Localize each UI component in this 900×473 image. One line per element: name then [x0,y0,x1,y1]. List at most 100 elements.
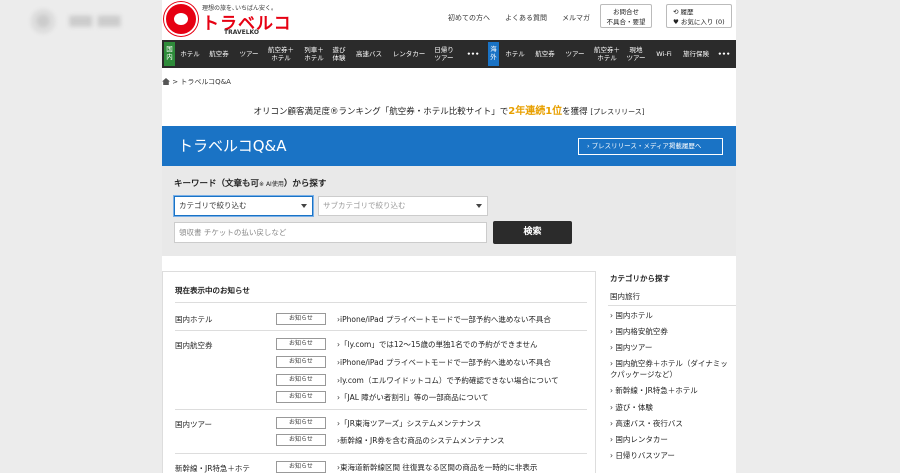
notice-badge: お知らせ [276,313,326,325]
notices-panel: 現在表示中のお知らせ 国内ホテル お知らせ ›iPhone/iPad プライベー… [162,271,596,473]
notice-category: 国内ツアー [175,420,213,429]
notice-badge: お知らせ [276,461,326,473]
nav-domestic-train-hotel[interactable]: 列車＋ ホテル [300,40,328,68]
category-link[interactable]: › 国内格安航空券 [610,326,734,337]
inquiry-line2: 不具合・要望 [606,18,646,26]
category-heading: カテゴリから探す [610,274,670,283]
nav-domestic-air[interactable]: 航空券 [206,40,232,68]
favorites-link[interactable]: お気に入り (0) [681,18,725,26]
subcategory-select-value: サブカテゴリで絞り込む [323,201,406,210]
nav-domestic-tour[interactable]: ツアー [236,40,262,68]
qa-title-bar: トラベルコQ&A › プレスリリース・メディア掲載履歴へ [162,126,736,166]
category-link[interactable]: › 国内航空券＋ホテル（ダイナミックパッケージなど） [610,358,734,380]
divider [175,409,587,410]
notice-link[interactable]: ›「ly.com」では12～15歳の単独1名での予約ができません [337,339,538,350]
search-heading-end: ）から探す [283,179,327,189]
link-newsletter[interactable]: メルマガ [562,13,590,23]
nav-domestic-bus[interactable]: 高速バス [353,40,385,68]
search-button[interactable]: 検索 [493,221,572,244]
nav-overseas-air-hotel[interactable]: 航空券＋ ホテル [591,40,623,68]
nav-overseas-localtour[interactable]: 現地 ツアー [626,40,646,68]
category-link[interactable]: › 国内ツアー [610,342,734,353]
nav-domestic-hotel[interactable]: ホテル [178,40,202,68]
inquiry-line1: お問合せ [613,8,639,16]
chevron-down-icon [301,204,307,208]
nav-domestic-more[interactable]: ••• [464,40,482,68]
promo-banner: オリコン顧客満足度®ランキング「航空券・ホテル比較サイト」で2年連続1位を獲得 … [162,102,736,117]
history-favorites-box: ⟲ 履歴 ♥ お気に入り (0) [666,4,732,28]
heart-icon: ♥ [673,18,679,26]
notices-title: 現在表示中のお知らせ [175,286,250,295]
category-link[interactable]: › 国内レンタカー [610,434,734,445]
category-link[interactable]: › 遊び・体験 [610,402,734,413]
link-beginners[interactable]: 初めての方へ [448,13,490,23]
home-icon[interactable] [162,78,170,85]
site-header: 理想の旅を､いちばん安く｡ トラベルコ TRAVELKO 初めての方へ よくある… [162,0,736,39]
history-link[interactable]: 履歴 [681,8,694,16]
promo-prefix: オリコン顧客満足度®ランキング「航空券・ホテル比較サイト」で [253,107,509,117]
category-link[interactable]: › 高速バス・夜行バス [610,418,734,429]
category-select-value: カテゴリで絞り込む [179,201,247,210]
blurred-logo: ◉ ▬▬ [30,2,124,37]
divider [175,302,587,303]
category-select[interactable]: カテゴリで絞り込む [174,196,313,216]
domestic-tag: 国内 [164,42,175,66]
notice-badge: お知らせ [276,434,326,446]
history-icon: ⟲ [673,8,679,16]
divider [175,330,587,331]
promo-suffix: を獲得 [562,107,588,117]
category-link[interactable]: › 新幹線・JR特急＋ホテル [610,385,734,396]
subcategory-select[interactable]: サブカテゴリで絞り込む [318,196,488,216]
notice-category: 国内航空券 [175,341,213,350]
promo-highlight: 2年連続1位 [508,106,563,117]
notice-link[interactable]: ›「JR東海ツアーズ」システムメンテナンス [337,418,481,429]
nav-overseas-insurance[interactable]: 旅行保険 [680,40,712,68]
nav-overseas-air[interactable]: 航空券 [532,40,558,68]
divider [175,453,587,454]
notice-link[interactable]: ›新幹線・JR券を含む商品のシステムメンテナンス [337,435,505,446]
nav-domestic-daytour[interactable]: 日帰り ツアー [431,40,457,68]
link-faq[interactable]: よくある質問 [505,13,547,23]
notice-link[interactable]: ›iPhone/iPad プライベートモードで一部予約へ進めない不具合 [337,314,551,325]
main-nav: 国内 ホテル 航空券 ツアー 航空券＋ ホテル 列車＋ ホテル 遊び 体験 高速… [162,40,736,68]
nav-overseas-tour[interactable]: ツアー [562,40,588,68]
press-release-link[interactable]: [プレスリリース] [590,108,644,116]
notice-badge: お知らせ [276,417,326,429]
category-link[interactable]: › 日帰りバスツアー [610,450,734,461]
notice-badge: お知らせ [276,391,326,403]
press-media-button[interactable]: › プレスリリース・メディア掲載履歴へ [578,138,723,155]
notice-category: 国内ホテル [175,315,213,324]
divider [608,305,736,306]
notice-link[interactable]: ›iPhone/iPad プライベートモードで一部予約へ進めない不具合 [337,357,551,368]
nav-overseas-wifi[interactable]: Wi-Fi [652,40,676,68]
inquiry-button[interactable]: お問合せ 不具合・要望 [600,4,652,28]
notice-link[interactable]: ›東海道新幹線区間 往復異なる区間の商品を一時的に非表示 [337,462,537,473]
search-heading-main: キーワード（文章も可 [174,179,260,189]
blurred-right-background [736,0,900,473]
nav-domestic-rentacar[interactable]: レンタカー [390,40,428,68]
page: 理想の旅を､いちばん安く｡ トラベルコ TRAVELKO 初めての方へ よくある… [162,0,736,473]
notice-link[interactable]: ›ly.com（エルワイドットコム）で予約確認できない場合について [337,375,559,386]
blurred-left-background: ◉ ▬▬ [0,0,162,473]
category-domestic[interactable]: 国内旅行 [610,291,640,302]
notice-badge: お知らせ [276,338,326,350]
search-panel: キーワード（文章も可※ AI使用）から探す カテゴリで絞り込む サブカテゴリで絞… [162,166,736,256]
breadcrumb-current: > トラベルコQ&A [172,78,231,86]
ai-note: ※ AI使用 [259,181,284,188]
breadcrumb: > トラベルコQ&A [162,77,231,87]
nav-overseas-hotel[interactable]: ホテル [503,40,527,68]
nav-domestic-activities[interactable]: 遊び 体験 [330,40,348,68]
chevron-down-icon [476,204,482,208]
overseas-tag: 海外 [488,42,499,66]
page-title: トラベルコQ&A [178,137,287,155]
category-link[interactable]: › 国内ホテル [610,310,734,321]
keyword-input[interactable]: 領収書 チケットの払い戻しなど [174,222,487,243]
nav-domestic-air-hotel[interactable]: 航空券＋ ホテル [265,40,297,68]
nav-overseas-more[interactable]: ••• [715,40,733,68]
mascot-logo-icon[interactable] [164,2,198,36]
notice-link[interactable]: ›「JAL 障がい者割引」等の一部商品について [337,392,489,403]
notice-badge: お知らせ [276,374,326,386]
notice-badge: お知らせ [276,356,326,368]
brand-en-text: TRAVELKO [224,29,259,36]
search-heading: キーワード（文章も可※ AI使用）から探す [174,177,326,189]
